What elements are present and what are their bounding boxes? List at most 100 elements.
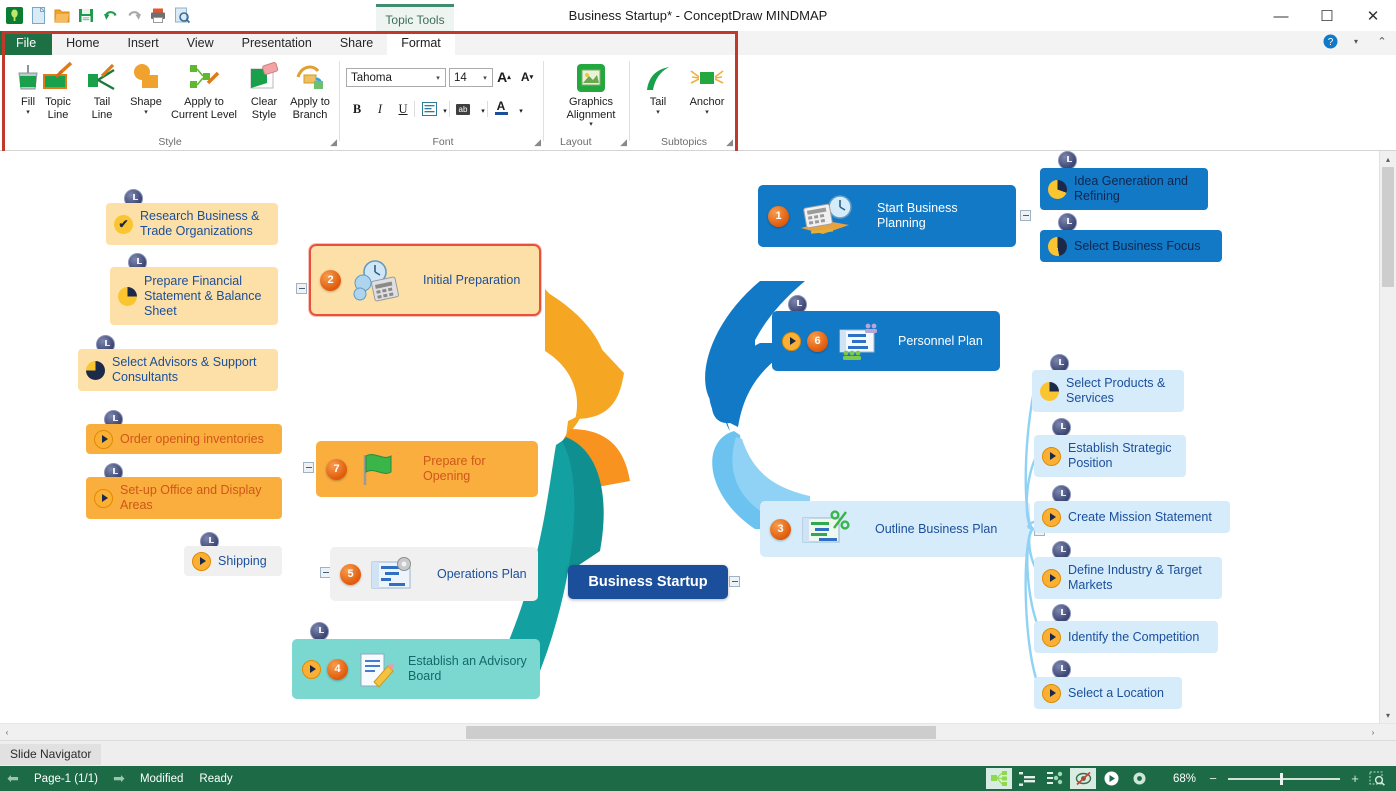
tree-view-icon[interactable]	[1042, 768, 1068, 789]
gear-view-icon[interactable]	[1126, 768, 1152, 789]
open-folder-icon[interactable]	[52, 5, 72, 25]
tail-caret-icon[interactable]: ▾	[656, 109, 660, 117]
underline-button[interactable]: U	[393, 99, 413, 119]
collapse-toggle[interactable]	[296, 283, 307, 294]
subtopic-select-business-focus[interactable]: Select Business Focus	[1040, 230, 1222, 262]
zoom-in-button[interactable]: +	[1348, 771, 1362, 786]
play-presentation-icon[interactable]	[1098, 768, 1124, 789]
text-align-caret-icon[interactable]: ▾	[435, 101, 455, 121]
tab-view[interactable]: View	[173, 31, 228, 55]
apply-to-current-level-button[interactable]: Apply to Current Level	[166, 59, 242, 121]
zoom-slider[interactable]	[1228, 772, 1340, 786]
scroll-up-arrow-icon[interactable]: ▴	[1380, 151, 1396, 167]
tail-button[interactable]: Tail ▾	[636, 59, 680, 117]
tab-file[interactable]: File	[0, 31, 53, 55]
subtopics-dialog-launcher[interactable]: ◢	[726, 137, 733, 148]
print-preview-icon[interactable]	[172, 5, 192, 25]
subtopic-shipping[interactable]: Shipping	[184, 546, 282, 576]
subtopic-define-industry-markets[interactable]: Define Industry & Target Markets	[1034, 557, 1222, 599]
mindmap-canvas[interactable]: ✔ Research Business & Trade Organization…	[0, 151, 1380, 723]
subtopic-order-inventories[interactable]: Order opening inventories	[86, 424, 282, 454]
help-dropdown-icon[interactable]: ▾	[1348, 33, 1364, 49]
zoom-out-button[interactable]: −	[1206, 771, 1220, 786]
ribbon-collapse-icon[interactable]: ⌃	[1374, 33, 1390, 49]
font-color-button[interactable]: A	[491, 97, 511, 117]
clear-style-button[interactable]: Clear Style	[243, 59, 285, 121]
subtopic-establish-strategic-position[interactable]: Establish Strategic Position	[1034, 435, 1186, 477]
topic-start-business-planning[interactable]: 1 Start Business Planning	[758, 185, 1016, 247]
tab-presentation[interactable]: Presentation	[228, 31, 326, 55]
central-topic-business-startup[interactable]: Business Startup	[568, 565, 728, 599]
save-icon[interactable]	[76, 5, 96, 25]
hide-branch-icon[interactable]	[1070, 768, 1096, 789]
graphics-alignment-caret-icon[interactable]: ▾	[589, 121, 593, 129]
scroll-right-arrow-icon[interactable]: ›	[1366, 724, 1380, 741]
previous-page-button[interactable]: ⬅	[0, 770, 26, 787]
scroll-left-arrow-icon[interactable]: ‹	[0, 724, 14, 741]
subtopic-idea-generation[interactable]: Idea Generation and Refining	[1040, 168, 1208, 210]
topic-establish-advisory-board[interactable]: 4 Establish an Advisory Board	[292, 639, 540, 699]
subtopic-research-business[interactable]: ✔ Research Business & Trade Organization…	[106, 203, 278, 245]
tab-insert[interactable]: Insert	[114, 31, 173, 55]
font-family-combo[interactable]: Tahoma ▾	[346, 68, 446, 87]
collapse-toggle[interactable]	[303, 462, 314, 473]
chevron-down-icon[interactable]: ▾	[478, 74, 492, 82]
subtopic-select-products[interactable]: Select Products & Services	[1032, 370, 1184, 412]
horizontal-scrollbar[interactable]: ‹ ›	[0, 723, 1396, 741]
next-page-button[interactable]: ➡	[106, 770, 132, 787]
subtopic-label: Identify the Competition	[1068, 629, 1200, 644]
apply-to-branch-button[interactable]: Apply to Branch	[286, 59, 334, 121]
subtopic-identify-competition[interactable]: Identify the Competition	[1034, 621, 1218, 653]
vertical-scroll-thumb[interactable]	[1382, 167, 1394, 287]
chevron-down-icon[interactable]: ▾	[431, 74, 445, 82]
redo-icon[interactable]	[124, 5, 144, 25]
subtopic-create-mission-statement[interactable]: Create Mission Statement	[1034, 501, 1230, 533]
highlight-button[interactable]: ab	[453, 99, 473, 119]
new-document-icon[interactable]	[28, 5, 48, 25]
collapse-toggle[interactable]	[1020, 210, 1031, 221]
collapse-toggle[interactable]	[729, 576, 740, 587]
help-icon[interactable]: ?	[1322, 33, 1338, 49]
mindmap-view-icon[interactable]	[986, 768, 1012, 789]
topic-operations-plan[interactable]: 5 Operations Plan	[330, 547, 538, 601]
grow-font-button[interactable]: A ▴	[494, 67, 514, 87]
subtopic-prepare-financial[interactable]: Prepare Financial Statement & Balance Sh…	[110, 267, 278, 325]
bold-button[interactable]: B	[347, 99, 367, 119]
app-logo-icon[interactable]	[4, 5, 24, 25]
fit-page-icon[interactable]	[1364, 768, 1390, 789]
slide-navigator-tab[interactable]: Slide Navigator	[0, 744, 102, 765]
topic-prepare-for-opening[interactable]: 7 Prepare for Opening	[316, 441, 538, 497]
minimize-button[interactable]: —	[1258, 0, 1304, 32]
font-size-combo[interactable]: 14 ▾	[449, 68, 493, 87]
zoom-slider-thumb[interactable]	[1280, 772, 1283, 785]
anchor-caret-icon[interactable]: ▾	[705, 109, 709, 117]
style-dialog-launcher[interactable]: ◢	[330, 137, 337, 148]
outline-view-icon[interactable]	[1014, 768, 1040, 789]
scroll-down-arrow-icon[interactable]: ▾	[1380, 707, 1396, 723]
print-icon[interactable]	[148, 5, 168, 25]
highlight-caret-icon[interactable]: ▾	[473, 101, 493, 121]
subtopic-setup-office[interactable]: Set-up Office and Display Areas	[86, 477, 282, 519]
tab-home[interactable]: Home	[52, 31, 113, 55]
tab-format[interactable]: Format	[387, 31, 455, 55]
undo-icon[interactable]	[100, 5, 120, 25]
subtopic-select-location[interactable]: Select a Location	[1034, 677, 1182, 709]
horizontal-scroll-thumb[interactable]	[466, 726, 936, 739]
topic-outline-business-plan[interactable]: 3 Outline Business Plan	[760, 501, 1030, 557]
subtopic-select-advisors[interactable]: Select Advisors & Support Consultants	[78, 349, 278, 391]
tab-share[interactable]: Share	[326, 31, 387, 55]
shrink-font-button[interactable]: A ▾	[517, 67, 537, 87]
topic-personnel-plan[interactable]: 6 Personnel Plan	[772, 311, 1000, 371]
vertical-scrollbar[interactable]: ▴ ▾	[1379, 151, 1396, 723]
shape-caret-icon[interactable]: ▾	[144, 109, 148, 117]
maximize-button[interactable]: ☐	[1304, 0, 1350, 32]
selection-outline	[309, 244, 541, 316]
close-button[interactable]: ✕	[1350, 0, 1396, 32]
font-dialog-launcher[interactable]: ◢	[534, 137, 541, 148]
graphics-alignment-button[interactable]: Graphics Alignment ▾	[558, 59, 624, 129]
italic-button[interactable]: I	[370, 99, 390, 119]
anchor-button[interactable]: Anchor ▾	[682, 59, 732, 117]
layout-dialog-launcher[interactable]: ◢	[620, 137, 627, 148]
font-color-label: A	[496, 98, 506, 113]
font-color-caret-icon[interactable]: ▾	[511, 101, 531, 121]
